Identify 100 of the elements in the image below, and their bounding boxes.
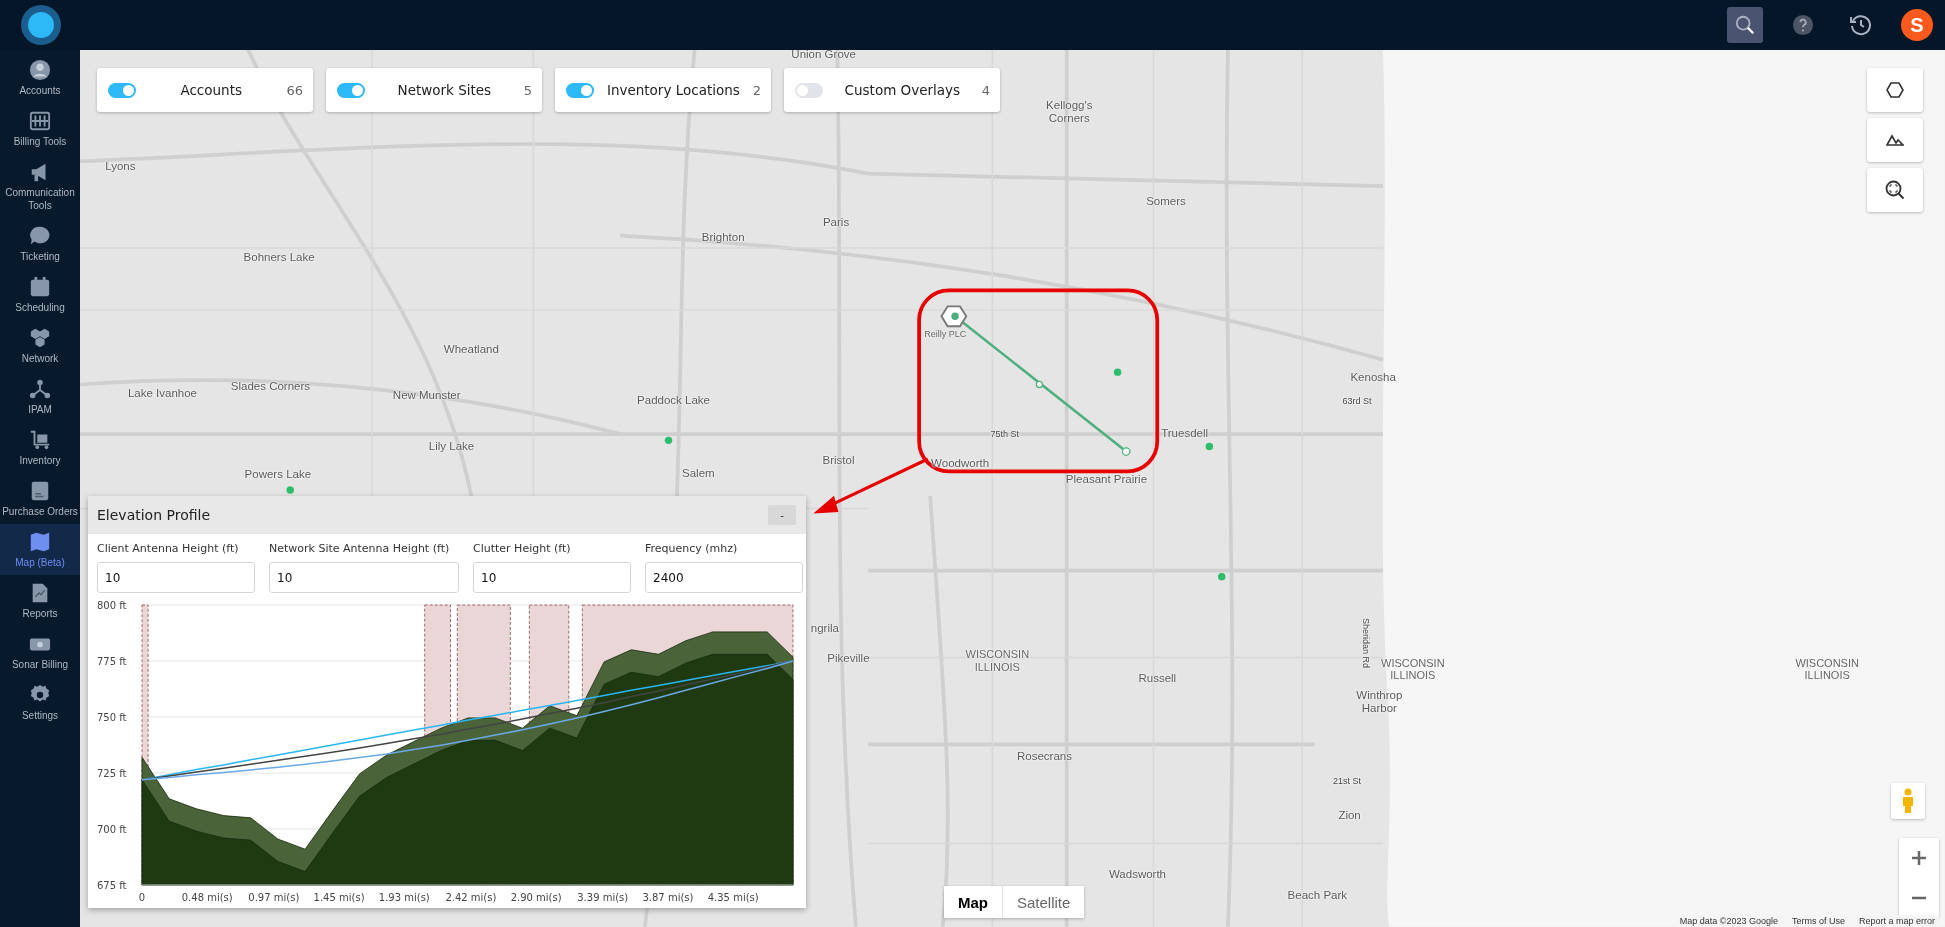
location-dot[interactable] (664, 436, 673, 445)
location-dot[interactable] (286, 486, 294, 494)
place-label: WISCONSIN ILLINOIS (1381, 657, 1445, 683)
sidebar-item-label: Purchase Orders (2, 505, 78, 518)
field-label: Network Site Antenna Height (ft) (269, 542, 451, 557)
sidebar-item[interactable]: Sonar Billing (0, 626, 80, 677)
site-label: Reilly PLC (924, 328, 967, 339)
sidebar-item-label: Billing Tools (13, 135, 67, 148)
location-dot[interactable] (1218, 573, 1226, 581)
field-label: Client Antenna Height (ft) (97, 542, 240, 557)
help-icon (1792, 14, 1814, 36)
sidebar-item[interactable]: IPAM (0, 371, 80, 422)
abacus-icon (29, 110, 51, 132)
hexagon-icon (1886, 82, 1904, 98)
sidebar-item-label: Inventory (19, 454, 61, 467)
attribution-link[interactable]: Report a map error (1858, 916, 1935, 926)
axis-label: 2.90 mi(s) (510, 892, 562, 904)
place-label: Kenosha (1350, 371, 1396, 385)
cart-icon (29, 429, 51, 451)
place-label: Woodworth (931, 457, 990, 471)
input-field[interactable]: 10 (269, 562, 459, 594)
input-field[interactable]: 2400 (645, 562, 803, 594)
sidebar-item-label: Settings (21, 709, 59, 722)
map-icon (29, 531, 51, 553)
sidebar-item[interactable]: Communication Tools (0, 154, 80, 218)
place-label: ngrila (810, 622, 839, 636)
toggle-switch[interactable] (337, 82, 365, 98)
place-label: Truesdell (1161, 427, 1209, 441)
sidebar-item-label: Network (21, 352, 59, 365)
place-label: WISCONSIN ILLINOIS (965, 648, 1030, 674)
layer-count: 2 (752, 82, 761, 98)
sidebar-item[interactable]: Purchase Orders (0, 473, 80, 524)
axis-label: 3.39 mi(s) (577, 892, 629, 904)
search-button[interactable] (1727, 7, 1763, 43)
place-label: Paris (822, 216, 850, 230)
toggle-switch[interactable] (795, 82, 823, 98)
collapse-button[interactable]: - (768, 505, 796, 525)
sidebar-item[interactable]: Scheduling (0, 269, 80, 320)
place-label: Union Grove (791, 50, 856, 62)
minus-icon (1911, 896, 1927, 900)
location-dot[interactable] (1113, 368, 1122, 376)
layer-count: 4 (981, 82, 990, 98)
sidebar-item-label: Ticketing (20, 250, 60, 263)
sidebar-item-label: IPAM (28, 403, 52, 416)
street-view-button[interactable] (1891, 783, 1925, 819)
sidebar-item[interactable]: Billing Tools (0, 103, 80, 154)
hexagon-pin-icon[interactable] (940, 305, 968, 328)
place-label: Wheatland (443, 343, 499, 357)
axis-label: 725 ft (97, 768, 127, 780)
toggle-switch[interactable] (566, 82, 594, 98)
clipboard-icon (29, 480, 51, 502)
sidebar-item[interactable]: Settings (0, 677, 80, 728)
sidebar-item-label: Sonar Billing (11, 658, 69, 671)
terrain-tool-button[interactable] (1867, 118, 1923, 162)
layer-count: 5 (523, 82, 532, 98)
place-label: Slades Corners (230, 380, 311, 394)
zoom-area-button[interactable] (1867, 168, 1923, 212)
map-type-tab[interactable]: Satellite (1002, 886, 1085, 918)
place-label: Paddock Lake (637, 394, 710, 408)
axis-label: 1.45 mi(s) (313, 892, 365, 904)
sidebar-item-label: Reports (22, 607, 58, 620)
map-type-tab[interactable]: Map (944, 886, 1002, 918)
location-dot[interactable] (1205, 442, 1214, 451)
axis-label: 700 ft (97, 824, 127, 836)
cubes-icon (29, 327, 51, 349)
sidebar-item-label: Scheduling (15, 301, 65, 314)
place-label: Wadsworth (1108, 867, 1166, 882)
nodes-icon (29, 378, 51, 400)
place-label: Kellogg's Corners (1046, 98, 1093, 125)
hexagon-tool-button[interactable] (1867, 68, 1923, 112)
layer-label: Inventory Locations (605, 82, 741, 98)
input-field[interactable]: 10 (97, 562, 255, 594)
place-label: Rosecrans (1016, 750, 1072, 764)
place-label: 21st St (1333, 776, 1362, 787)
chat-bubble-icon (29, 225, 51, 247)
sidebar-item[interactable]: Reports (0, 575, 80, 626)
sidebar-item[interactable]: Inventory (0, 422, 80, 473)
axis-label: 750 ft (97, 712, 127, 724)
input-field[interactable]: 10 (473, 562, 631, 594)
sidebar-item[interactable]: Map (Beta) (0, 524, 80, 575)
sidebar-item[interactable]: Network (0, 320, 80, 371)
place-label: Lily Lake (428, 439, 475, 454)
place-label: Beach Park (1287, 888, 1348, 903)
place-label: New Munster (392, 389, 461, 403)
axis-label: 3.87 mi(s) (642, 892, 694, 904)
axis-label: 800 ft (97, 600, 127, 612)
sidebar-item[interactable]: Ticketing (0, 218, 80, 269)
axis-label: 4.35 mi(s) (707, 892, 759, 904)
place-label: 63rd St (1342, 395, 1372, 406)
axis-label: 0.97 mi(s) (248, 892, 300, 904)
axis-label: 2.42 mi(s) (445, 892, 497, 904)
search-icon (1885, 180, 1905, 200)
attribution-link[interactable]: Terms of Use (1791, 916, 1845, 926)
place-label: Bristol (822, 454, 855, 469)
toggle-switch[interactable] (108, 82, 136, 98)
calendar-icon (29, 276, 51, 298)
logo-icon (21, 5, 61, 45)
place-label: Lyons (105, 160, 136, 175)
sidebar-item-label: Communication Tools (4, 186, 76, 212)
sidebar-item[interactable]: Accounts (0, 52, 80, 103)
